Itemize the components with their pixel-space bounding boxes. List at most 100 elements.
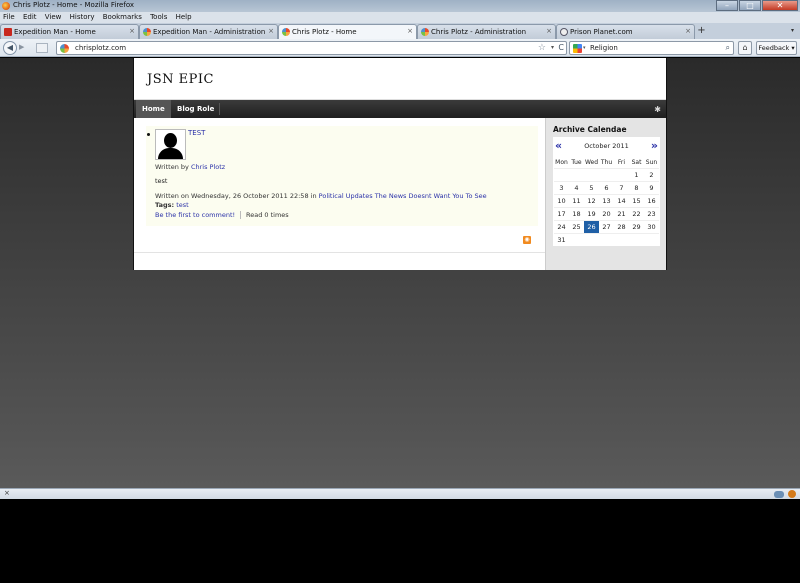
calendar-day[interactable]: 28 <box>614 219 629 233</box>
calendar-day[interactable]: 27 <box>599 219 614 233</box>
back-button[interactable]: ◀ <box>3 41 17 55</box>
calendar-day[interactable]: 17 <box>554 206 569 220</box>
written-on-label: Written on Wednesday, 26 October 2011 22… <box>155 192 317 200</box>
calendar-empty-cell <box>584 232 599 246</box>
menu-bookmarks[interactable]: Bookmarks <box>100 12 145 23</box>
tab-expedition-man-admin[interactable]: Expedition Man - Administration × <box>139 24 278 39</box>
tab-chris-plotz-home[interactable]: Chris Plotz - Home × <box>278 24 417 40</box>
menu-tools[interactable]: Tools <box>147 12 170 23</box>
url-text[interactable]: chrisplotz.com <box>75 44 126 52</box>
calendar-day[interactable]: 15 <box>629 193 644 207</box>
menu-help[interactable]: Help <box>173 12 195 23</box>
tab-chris-plotz-admin[interactable]: Chris Plotz - Administration × <box>417 24 556 39</box>
menu-history[interactable]: History <box>67 12 98 23</box>
forward-button[interactable]: ▶ <box>19 43 30 53</box>
calendar-day[interactable]: 29 <box>629 219 644 233</box>
calendar-day[interactable]: 5 <box>584 180 599 194</box>
search-bar[interactable]: ▾ Religion ⌕ <box>569 41 734 55</box>
calendar-day[interactable]: 8 <box>629 180 644 194</box>
calendar-day[interactable]: 31 <box>554 232 569 246</box>
feedback-button[interactable]: Feedback ▾ <box>756 41 797 55</box>
category-link[interactable]: Political Updates The News Doesnt Want Y… <box>319 192 487 200</box>
home-button[interactable]: ⌂ <box>738 41 752 55</box>
addon-icon[interactable] <box>774 491 784 498</box>
site-identity-icon[interactable] <box>60 44 69 53</box>
google-icon[interactable] <box>573 44 582 53</box>
divider <box>134 252 545 253</box>
read-count: Read 0 times <box>240 211 289 219</box>
first-comment-link[interactable]: Be the first to comment! <box>155 211 235 219</box>
nav-blog-role[interactable]: Blog Role <box>171 100 220 118</box>
calendar-week-row: 31 <box>554 232 659 246</box>
calendar-empty-cell <box>569 232 584 246</box>
status-bar: × <box>0 488 800 499</box>
calendar-day[interactable]: 13 <box>599 193 614 207</box>
url-history-dropdown-icon[interactable]: ▾ <box>551 44 554 51</box>
menu-view[interactable]: View <box>42 12 65 23</box>
tab-label: Expedition Man - Home <box>14 28 96 36</box>
calendar-day[interactable]: 10 <box>554 193 569 207</box>
close-window-button[interactable]: ✕ <box>762 0 798 11</box>
calendar-day[interactable]: 16 <box>644 193 659 207</box>
search-input[interactable]: Religion <box>590 44 618 52</box>
search-icon[interactable]: ⌕ <box>726 43 730 53</box>
addon-icon[interactable] <box>788 490 796 498</box>
nav-home[interactable]: Home <box>136 100 171 118</box>
settings-icon[interactable]: ✱ <box>654 105 661 114</box>
calendar-day[interactable]: 14 <box>614 193 629 207</box>
menu-file[interactable]: File <box>0 12 18 23</box>
tab-list-button[interactable]: ▾ <box>791 27 794 34</box>
url-bar[interactable]: chrisplotz.com ☆ ▾ C <box>56 41 567 55</box>
archive-calendar-title: Archive Calendae <box>553 125 627 134</box>
red-square-icon <box>4 28 12 36</box>
calendar-day[interactable]: 3 <box>554 180 569 194</box>
bookmark-star-icon[interactable]: ☆ <box>538 43 546 53</box>
calendar-day[interactable]: 12 <box>584 193 599 207</box>
author-link[interactable]: Chris Plotz <box>191 163 225 171</box>
calendar-day[interactable]: 6 <box>599 180 614 194</box>
author-line: Written by Chris Plotz <box>155 163 225 171</box>
calendar-day[interactable]: 2 <box>644 167 659 181</box>
tab-expedition-man-home[interactable]: Expedition Man - Home × <box>0 24 139 39</box>
calendar-day[interactable]: 19 <box>584 206 599 220</box>
tag-link[interactable]: test <box>176 201 188 209</box>
tab-close-icon[interactable]: × <box>546 27 552 35</box>
avatar[interactable] <box>155 129 186 160</box>
calendar-day[interactable]: 20 <box>599 206 614 220</box>
joomla-icon <box>143 28 151 36</box>
new-tab-button[interactable]: + <box>695 25 708 38</box>
calendar-day[interactable]: 24 <box>554 219 569 233</box>
close-icon[interactable]: × <box>4 489 10 497</box>
site-logo[interactable]: JSN EPIC <box>147 72 214 87</box>
rss-icon[interactable]: ◉ <box>523 236 531 244</box>
calendar-empty-cell <box>614 232 629 246</box>
calendar-day[interactable]: 21 <box>614 206 629 220</box>
calendar-day[interactable]: 30 <box>644 219 659 233</box>
weekday-header: Sat <box>631 158 642 166</box>
reload-icon[interactable]: C <box>558 43 564 52</box>
calendar-day[interactable]: 7 <box>614 180 629 194</box>
tab-close-icon[interactable]: × <box>685 27 691 35</box>
calendar-day[interactable]: 25 <box>569 219 584 233</box>
tab-close-icon[interactable]: × <box>407 27 413 35</box>
calendar-empty-cell <box>629 232 644 246</box>
calendar-next-month-button[interactable]: » <box>651 139 658 152</box>
tab-close-icon[interactable]: × <box>268 27 274 35</box>
calendar-day[interactable]: 4 <box>569 180 584 194</box>
nav-separator <box>169 103 170 115</box>
calendar-day[interactable]: 9 <box>644 180 659 194</box>
calendar-day[interactable]: 11 <box>569 193 584 207</box>
menu-edit[interactable]: Edit <box>20 12 40 23</box>
tab-close-icon[interactable]: × <box>129 27 135 35</box>
calendar-day[interactable]: 23 <box>644 206 659 220</box>
tab-prison-planet[interactable]: Prison Planet.com × <box>556 24 695 39</box>
engine-dropdown-icon[interactable]: ▾ <box>583 45 586 51</box>
article-title-link[interactable]: TEST <box>188 129 205 137</box>
calendar-day-today[interactable]: 26 <box>584 219 599 233</box>
signal-icon[interactable] <box>36 43 48 53</box>
calendar-day[interactable]: 1 <box>629 167 644 181</box>
minimize-button[interactable]: – <box>716 0 738 11</box>
calendar-day[interactable]: 18 <box>569 206 584 220</box>
maximize-button[interactable]: □ <box>739 0 761 11</box>
calendar-day[interactable]: 22 <box>629 206 644 220</box>
